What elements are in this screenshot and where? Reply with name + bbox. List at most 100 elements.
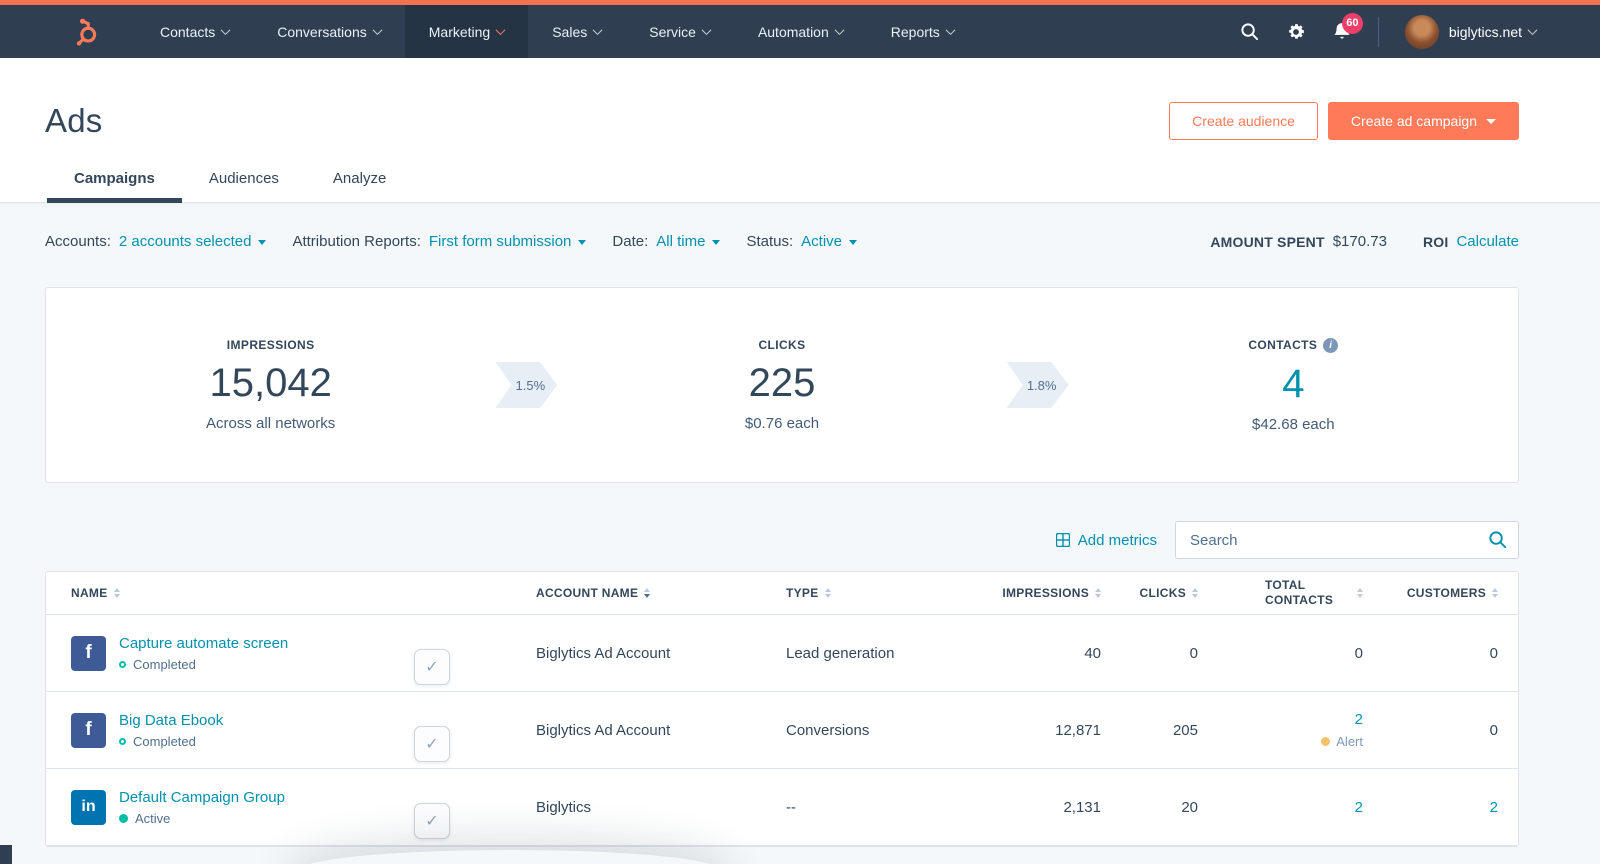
contacts-metric: CONTACTS i 4 $42.68 each [1069, 337, 1518, 433]
sort-icon [113, 588, 120, 598]
toggle-check-icon: ✓ [414, 649, 450, 685]
impressions-label: IMPRESSIONS [226, 338, 315, 352]
settings-gear-icon[interactable] [1286, 22, 1306, 42]
status-filter: Status: Active [746, 233, 858, 250]
amount-spent-label: AMOUNT SPENT [1210, 233, 1325, 250]
create-ad-campaign-label: Create ad campaign [1350, 113, 1477, 129]
clicks-value: 225 [748, 361, 816, 405]
nav-item-sales[interactable]: Sales [528, 5, 625, 58]
impressions-caption: Across all networks [206, 415, 336, 432]
column-header-account[interactable]: ACCOUNT NAME [536, 586, 786, 600]
total-contacts-link[interactable]: 2 [1355, 799, 1363, 816]
chevron-down-icon [834, 25, 845, 36]
bottom-left-widget-fragment [0, 845, 12, 864]
click-through-rate-arrow: 1.5% [495, 362, 558, 408]
add-metrics-link[interactable]: Add metrics [1055, 532, 1157, 549]
campaign-status: Completed [119, 657, 288, 672]
column-header-clicks[interactable]: CLICKS [1101, 586, 1198, 600]
create-audience-button[interactable]: Create audience [1169, 102, 1318, 140]
type-cell: -- [786, 798, 796, 816]
hubspot-logo-icon[interactable] [70, 17, 100, 47]
table-row: f Capture automate screen Completed ✓ Bi… [46, 615, 1518, 692]
tab-analyze[interactable]: Analyze [306, 170, 413, 202]
column-label: TYPE [786, 586, 819, 600]
avatar [1404, 14, 1439, 49]
date-filter-value: All time [656, 233, 706, 250]
attribution-filter-dropdown[interactable]: First form submission [429, 233, 587, 250]
nav-item-label: Automation [757, 23, 829, 40]
page-title: Ads [45, 102, 103, 139]
sort-icon [644, 588, 651, 598]
notifications-bell-icon[interactable]: 60 [1332, 12, 1363, 42]
status-filter-label: Status: [746, 233, 794, 250]
nav-utilities: 60 biglytics.net [1240, 12, 1600, 49]
search-icon[interactable] [1488, 530, 1507, 554]
facebook-icon: f [71, 635, 106, 671]
table-header-row: NAME ACCOUNT NAME TYPE IMPRESSIONS CLICK… [46, 572, 1518, 615]
nav-item-label: Contacts [160, 23, 216, 40]
chevron-down-icon [945, 25, 956, 36]
status-filter-value: Active [801, 233, 843, 250]
search-icon[interactable] [1240, 22, 1260, 42]
toggle-check-icon: ✓ [414, 803, 450, 839]
date-filter: Date: All time [612, 233, 721, 250]
main-nav: Contacts Conversations Marketing Sales S… [0, 5, 1600, 58]
caret-down-icon [1486, 118, 1496, 124]
customers-cell: 0 [1489, 721, 1498, 739]
tab-audiences[interactable]: Audiences [182, 170, 306, 202]
table-grid-icon [1055, 533, 1070, 547]
sort-icon [1492, 588, 1498, 598]
campaign-status: Completed [119, 734, 223, 749]
status-filter-dropdown[interactable]: Active [801, 233, 858, 250]
nav-item-conversations[interactable]: Conversations [253, 5, 405, 58]
alert-badge[interactable]: Alert [1198, 734, 1363, 749]
campaign-name-link[interactable]: Default Campaign Group [119, 789, 285, 806]
customers-cell: 0 [1489, 644, 1498, 662]
column-header-impressions[interactable]: IMPRESSIONS [996, 586, 1101, 600]
date-filter-label: Date: [612, 233, 649, 250]
campaign-name-link[interactable]: Big Data Ebook [119, 712, 223, 729]
nav-item-service[interactable]: Service [625, 5, 734, 58]
status-dot-icon [119, 660, 126, 668]
tab-campaigns[interactable]: Campaigns [47, 170, 182, 203]
nav-item-marketing[interactable]: Marketing [404, 5, 529, 58]
status-label: Completed [133, 733, 196, 749]
create-audience-label: Create audience [1192, 113, 1295, 129]
contacts-caption: $42.68 each [1252, 415, 1335, 433]
nav-divider [1377, 16, 1379, 47]
accounts-filter-dropdown[interactable]: 2 accounts selected [119, 233, 267, 250]
date-filter-dropdown[interactable]: All time [656, 233, 721, 250]
alert-dot-icon [1321, 737, 1331, 746]
account-name: biglytics.net [1448, 23, 1522, 40]
column-header-customers[interactable]: CUSTOMERS [1363, 586, 1498, 600]
chevron-down-icon [220, 25, 231, 36]
campaigns-table: NAME ACCOUNT NAME TYPE IMPRESSIONS CLICK… [45, 571, 1519, 847]
attribution-filter-value: First form submission [428, 233, 572, 250]
column-label: TOTAL CONTACTS [1265, 578, 1334, 607]
total-contacts-link[interactable]: 2 [1355, 711, 1363, 728]
customers-link[interactable]: 2 [1490, 799, 1498, 816]
column-label: CUSTOMERS [1406, 586, 1486, 600]
nav-item-label: Reports [890, 23, 940, 40]
column-header-type[interactable]: TYPE [786, 586, 996, 600]
roi-label: ROI [1422, 233, 1449, 250]
chevron-down-icon [592, 25, 603, 36]
search-input[interactable] [1175, 521, 1519, 559]
nav-item-label: Marketing [428, 23, 491, 40]
impressions-cell: 2,131 [1063, 798, 1101, 816]
chevron-down-icon [701, 25, 712, 36]
column-header-total-contacts[interactable]: TOTAL CONTACTS [1198, 578, 1363, 608]
roi-calculate-link[interactable]: Calculate [1456, 233, 1519, 250]
clicks-cell: 20 [1181, 798, 1198, 816]
notification-count-badge[interactable]: 60 [1341, 12, 1363, 34]
nav-item-contacts[interactable]: Contacts [136, 5, 253, 58]
nav-item-reports[interactable]: Reports [867, 5, 978, 58]
column-header-name[interactable]: NAME [46, 586, 446, 600]
caret-down-icon [712, 240, 721, 245]
create-ad-campaign-button[interactable]: Create ad campaign [1327, 102, 1519, 140]
accounts-filter: Accounts: 2 accounts selected [45, 233, 267, 250]
campaign-name-link[interactable]: Capture automate screen [119, 635, 288, 652]
nav-item-automation[interactable]: Automation [734, 5, 867, 58]
info-icon[interactable]: i [1323, 337, 1339, 353]
account-menu[interactable]: biglytics.net [1404, 14, 1538, 49]
